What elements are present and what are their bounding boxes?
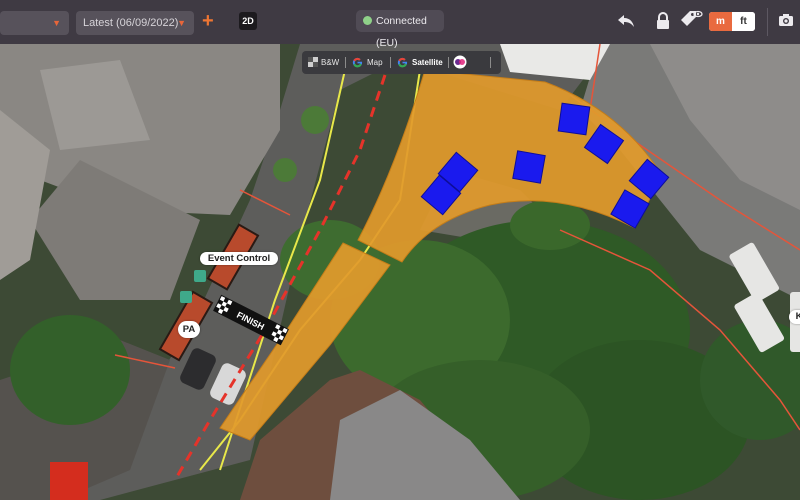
camera-icon[interactable] <box>778 13 794 27</box>
event-select[interactable]: ▼ <box>0 11 69 35</box>
layer-map-button[interactable]: Map <box>367 51 383 74</box>
ordnance-survey-logo[interactable] <box>453 55 467 69</box>
status-label: Connected (EU) <box>376 15 427 49</box>
unit-metric-button[interactable]: m <box>709 12 732 31</box>
lock-icon[interactable] <box>655 12 671 30</box>
status-dot <box>363 16 372 25</box>
k-label[interactable]: K <box>789 310 800 324</box>
blue-marker[interactable] <box>512 150 546 184</box>
tree-canopy <box>510 200 590 250</box>
tree-canopy <box>273 158 297 182</box>
unit-imperial-button[interactable]: ft <box>732 12 755 31</box>
date-select[interactable]: Latest (06/09/2022) ▼ <box>76 11 194 35</box>
undo-icon[interactable] <box>616 12 636 30</box>
date-select-label: Latest (06/09/2022) <box>83 17 179 29</box>
google-icon <box>352 57 363 68</box>
event-control-label[interactable]: Event Control <box>200 252 278 265</box>
chevron-down-icon: ▼ <box>52 18 61 28</box>
satellite-map[interactable]: FINISH <box>0 44 800 500</box>
google-icon <box>397 57 408 68</box>
tree-canopy <box>301 106 329 134</box>
tag-visibility-icon[interactable] <box>679 9 703 31</box>
divider <box>767 8 768 36</box>
view-mode-button[interactable]: 2D <box>239 12 257 30</box>
pa-label[interactable]: PA <box>178 321 200 338</box>
facility-icon[interactable] <box>180 291 192 303</box>
event-structure[interactable] <box>50 462 88 500</box>
facility-icon[interactable] <box>194 270 206 282</box>
chevron-down-icon: ▼ <box>177 18 186 28</box>
top-toolbar: ▼ Latest (06/09/2022) ▼ + 2D Connected (… <box>0 0 800 49</box>
bw-layer-icon <box>308 57 318 67</box>
layer-switcher: B&W Map Satellite <box>302 51 501 74</box>
tree-canopy <box>10 315 130 425</box>
connection-status: Connected (EU) <box>356 10 444 49</box>
layer-bw-button[interactable]: B&W <box>321 51 339 74</box>
plus-icon[interactable]: + <box>202 8 214 34</box>
blue-marker[interactable] <box>557 102 591 136</box>
layer-satellite-button[interactable]: Satellite <box>412 51 443 74</box>
unit-toggle: m ft <box>709 12 755 31</box>
